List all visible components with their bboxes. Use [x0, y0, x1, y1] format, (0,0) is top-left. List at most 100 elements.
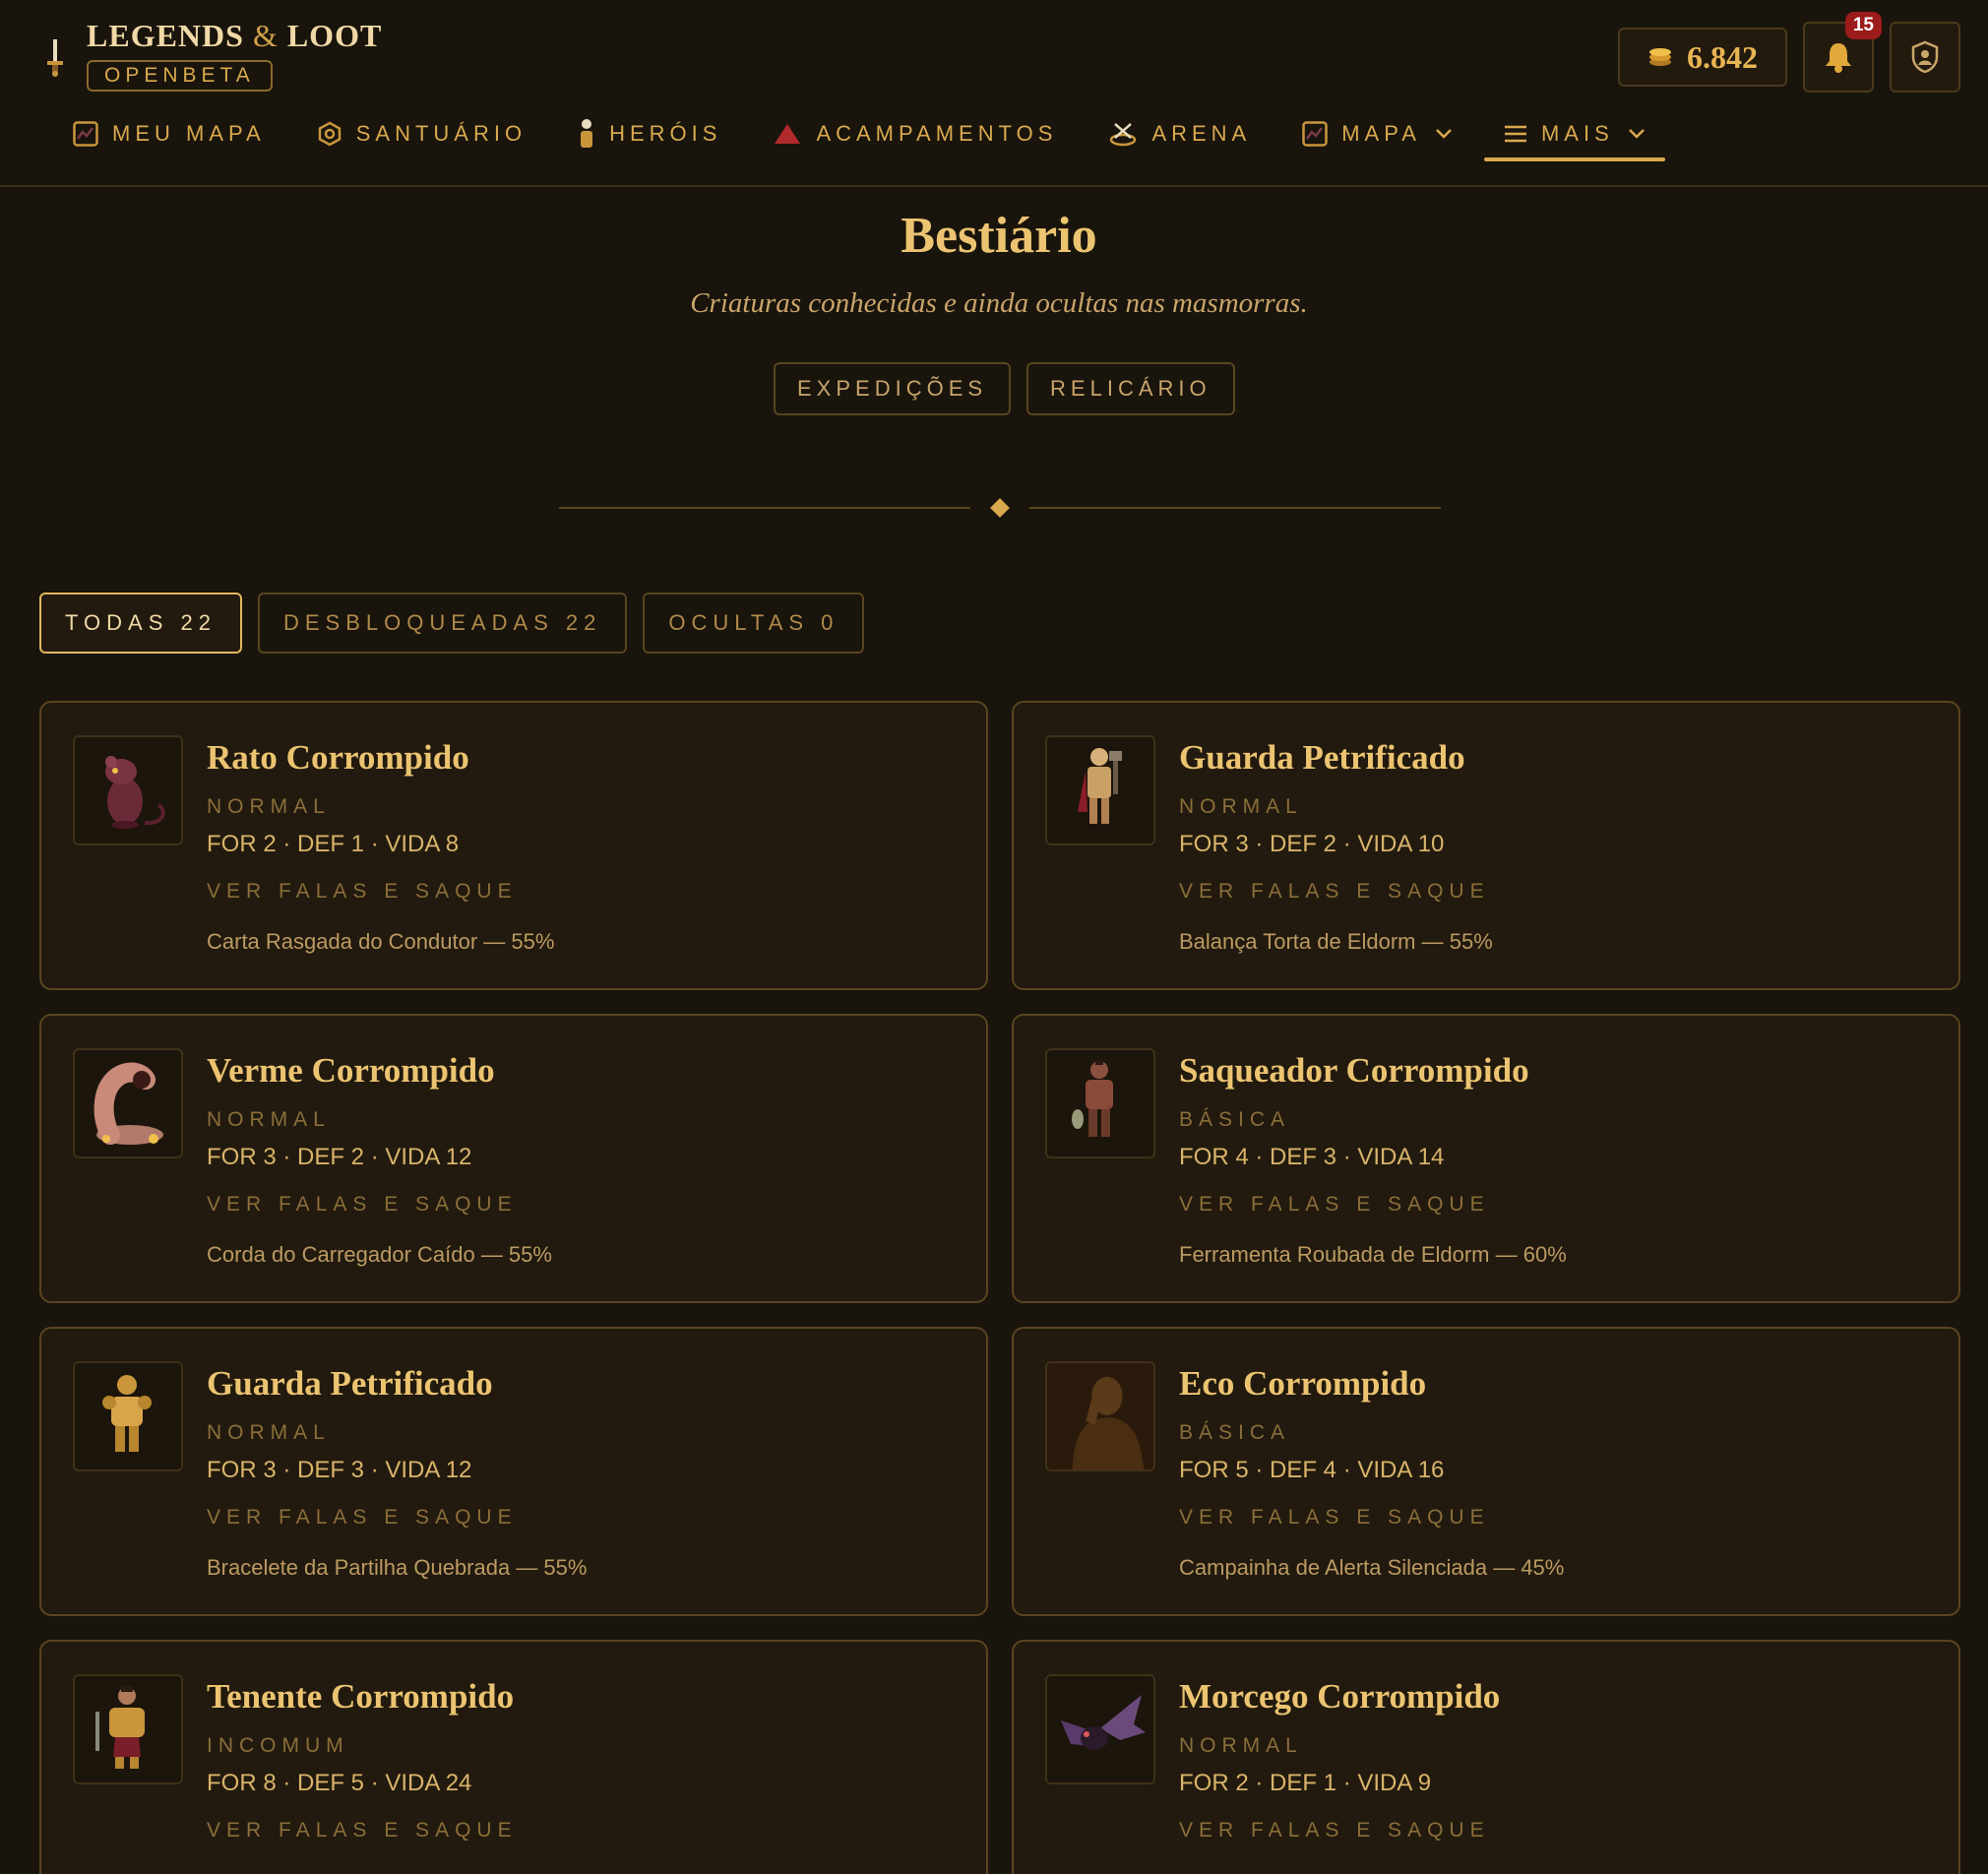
rat-icon — [105, 756, 165, 829]
nav-mapa-dropdown[interactable]: MAPA — [1302, 116, 1453, 152]
nav-mais-dropdown[interactable]: MAIS — [1483, 116, 1665, 161]
arena-icon — [1110, 123, 1137, 147]
nav-herois[interactable]: HERÓIS — [578, 116, 721, 152]
view-dialogue-loot-link[interactable]: VER FALAS E SAQUE — [207, 880, 518, 904]
creature-stats: FOR 2 · DEF 1 · VIDA 8 — [207, 831, 460, 857]
creature-name: Eco Corrompido — [1179, 1364, 1427, 1403]
creature-stats: FOR 4 · DEF 3 · VIDA 14 — [1179, 1144, 1445, 1170]
creature-card[interactable]: Verme Corrompido NORMAL FOR 3 · DEF 2 · … — [39, 1014, 988, 1303]
bandit-icon — [1072, 1060, 1113, 1137]
view-dialogue-loot-link[interactable]: VER FALAS E SAQUE — [1179, 1819, 1490, 1843]
page-subtitle: Criaturas conhecidas e ainda ocultas nas… — [690, 287, 1308, 319]
bell-icon — [1826, 43, 1851, 73]
creature-loot: Carta Rasgada do Condutor — 55% — [207, 929, 555, 954]
section-links: EXPEDIÇÕES RELICÁRIO — [774, 362, 1235, 415]
creature-loot: Bracelete da Partilha Quebrada — 55% — [207, 1555, 588, 1580]
creature-portrait — [1045, 1674, 1155, 1784]
view-dialogue-loot-link[interactable]: VER FALAS E SAQUE — [207, 1193, 518, 1217]
filter-all[interactable]: TODAS 22 — [39, 593, 242, 654]
creature-card[interactable]: Morcego Corrompido NORMAL FOR 2 · DEF 1 … — [1012, 1640, 1960, 1874]
creature-rarity: INCOMUM — [207, 1734, 349, 1757]
creature-grid: Rato Corrompido NORMAL FOR 2 · DEF 1 · V… — [39, 701, 1960, 1874]
bat-icon — [1061, 1695, 1146, 1750]
creature-card[interactable]: Tenente Corrompido INCOMUM FOR 8 · DEF 5… — [39, 1640, 988, 1874]
creature-card[interactable]: Rato Corrompido NORMAL FOR 2 · DEF 1 · V… — [39, 701, 988, 990]
diamond-icon — [990, 498, 1010, 518]
creature-loot: Balança Torta de Eldorm — 55% — [1179, 929, 1493, 954]
filter-hidden[interactable]: OCULTAS 0 — [643, 593, 865, 654]
shadow-figure-icon — [1047, 1363, 1153, 1469]
creature-card[interactable]: Guarda Petrificado NORMAL FOR 3 · DEF 2 … — [1012, 701, 1960, 990]
nav-santuario[interactable]: SANTUÁRIO — [317, 116, 527, 152]
creature-rarity: NORMAL — [1179, 795, 1303, 818]
lieutenant-icon — [95, 1686, 145, 1769]
hero-icon — [581, 119, 593, 148]
gold-amount: 6.842 — [1687, 38, 1758, 75]
creature-rarity: NORMAL — [207, 1421, 331, 1444]
expeditions-button[interactable]: EXPEDIÇÕES — [774, 362, 1012, 415]
top-bar: LEGENDS & LOOT OPENBETA 6.842 15 MEU MAP… — [0, 0, 1988, 187]
creature-stats: FOR 3 · DEF 2 · VIDA 10 — [1179, 831, 1445, 857]
creature-loot: Ferramenta Roubada de Eldorm — 60% — [1179, 1242, 1567, 1267]
knight-icon — [1078, 748, 1122, 824]
gold-balance[interactable]: 6.842 — [1618, 28, 1787, 87]
beta-badge: OPENBETA — [87, 60, 273, 92]
nav-meu-mapa[interactable]: MEU MAPA — [73, 116, 266, 152]
creature-rarity: BÁSICA — [1179, 1421, 1291, 1444]
menu-icon — [1504, 125, 1526, 143]
creature-card[interactable]: Saqueador Corrompido BÁSICA FOR 4 · DEF … — [1012, 1014, 1960, 1303]
chevron-down-icon — [1628, 129, 1645, 139]
creature-card[interactable]: Eco Corrompido BÁSICA FOR 5 · DEF 4 · VI… — [1012, 1327, 1960, 1616]
profile-button[interactable] — [1890, 22, 1960, 93]
creature-name: Saqueador Corrompido — [1179, 1051, 1529, 1090]
creature-card[interactable]: Guarda Petrificado NORMAL FOR 3 · DEF 3 … — [39, 1327, 988, 1616]
creature-stats: FOR 3 · DEF 3 · VIDA 12 — [207, 1457, 472, 1483]
creature-portrait — [1045, 1361, 1155, 1471]
filter-tabs: TODAS 22 DESBLOQUEADAS 22 OCULTAS 0 — [39, 593, 865, 654]
creature-name: Guarda Petrificado — [1179, 738, 1465, 777]
creature-portrait — [73, 1674, 183, 1784]
view-dialogue-loot-link[interactable]: VER FALAS E SAQUE — [207, 1819, 518, 1843]
armored-guard-icon — [102, 1375, 152, 1452]
tent-icon — [775, 124, 801, 144]
brand[interactable]: LEGENDS & LOOT OPENBETA — [87, 18, 382, 92]
worm-icon — [93, 1062, 163, 1145]
creature-portrait — [73, 735, 183, 845]
creature-name: Rato Corrompido — [207, 738, 469, 777]
view-dialogue-loot-link[interactable]: VER FALAS E SAQUE — [1179, 1506, 1490, 1530]
main-nav: MEU MAPA SANTUÁRIO HERÓIS ACAMPAMENTOS A… — [73, 116, 1697, 163]
ornament-divider — [559, 498, 1441, 518]
creature-rarity: BÁSICA — [1179, 1108, 1291, 1131]
creature-rarity: NORMAL — [207, 1108, 331, 1131]
reliquary-button[interactable]: RELICÁRIO — [1026, 362, 1235, 415]
creature-name: Morcego Corrompido — [1179, 1677, 1501, 1716]
hexagon-icon — [318, 121, 341, 147]
creature-stats: FOR 8 · DEF 5 · VIDA 24 — [207, 1770, 472, 1796]
sword-icon — [47, 39, 63, 77]
coins-icon — [1649, 48, 1671, 66]
creature-portrait — [73, 1048, 183, 1158]
view-dialogue-loot-link[interactable]: VER FALAS E SAQUE — [1179, 1193, 1490, 1217]
creature-stats: FOR 3 · DEF 2 · VIDA 12 — [207, 1144, 472, 1170]
chevron-down-icon — [1436, 129, 1452, 139]
nav-acampamentos[interactable]: ACAMPAMENTOS — [773, 116, 1057, 152]
creature-name: Verme Corrompido — [207, 1051, 495, 1090]
notification-count: 15 — [1844, 12, 1882, 39]
view-dialogue-loot-link[interactable]: VER FALAS E SAQUE — [207, 1506, 518, 1530]
creature-stats: FOR 2 · DEF 1 · VIDA 9 — [1179, 1770, 1432, 1796]
notifications-button[interactable]: 15 — [1803, 12, 1882, 93]
creature-rarity: NORMAL — [207, 795, 331, 818]
creature-loot: Campainha de Alerta Silenciada — 45% — [1179, 1555, 1565, 1580]
creature-stats: FOR 5 · DEF 4 · VIDA 16 — [1179, 1457, 1445, 1483]
map-icon — [1302, 121, 1328, 147]
filter-unlocked[interactable]: DESBLOQUEADAS 22 — [257, 593, 628, 654]
nav-arena[interactable]: ARENA — [1108, 116, 1251, 152]
view-dialogue-loot-link[interactable]: VER FALAS E SAQUE — [1179, 880, 1490, 904]
creature-name: Guarda Petrificado — [207, 1364, 493, 1403]
creature-name: Tenente Corrompido — [207, 1677, 515, 1716]
creature-portrait — [73, 1361, 183, 1471]
creature-loot: Corda do Carregador Caído — 55% — [207, 1242, 552, 1267]
map-icon — [73, 121, 98, 147]
shield-user-icon — [1911, 40, 1939, 74]
creature-rarity: NORMAL — [1179, 1734, 1303, 1757]
